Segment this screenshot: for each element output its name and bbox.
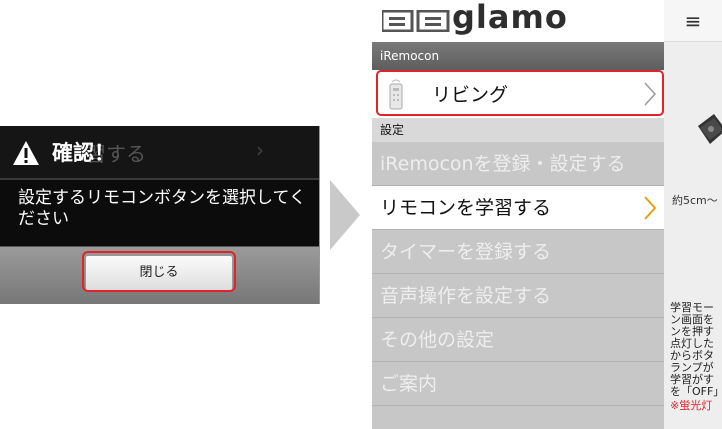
menu-item-label: リモコンを学習する	[380, 197, 552, 219]
section-header-settings: 設定	[372, 118, 664, 142]
size-text: 約5cm〜	[672, 194, 718, 207]
instruction-line: を「OFF」	[670, 385, 722, 398]
dialog-message: 設定するリモコンボタンを選択してください	[18, 188, 306, 229]
iremocon-device-icon	[698, 114, 722, 144]
section-header-device: iRemocon	[372, 42, 664, 70]
instructions-text: 学習モー ン画面を ンを押す 点灯した からボタ ランプが 学習がす を「OFF…	[670, 302, 722, 412]
chevron-right-icon	[644, 82, 656, 106]
device-label: リビング	[432, 84, 509, 106]
logo-bar: glamo	[372, 0, 664, 40]
menu-item-other-settings[interactable]: その他の設定	[372, 318, 664, 362]
device-row[interactable]: リビング	[372, 70, 664, 118]
menu-item-learn-remote[interactable]: リモコンを学習する	[372, 186, 664, 230]
menu-item-register[interactable]: iRemoconを登録・設定する	[372, 142, 664, 186]
background-chevron-icon: ›	[256, 138, 264, 162]
chevron-right-icon	[644, 196, 656, 220]
menu-item-timer[interactable]: タイマーを登録する	[372, 230, 664, 274]
side-panel: ≡ 約5cm〜 学習モー ン画面を ンを押す 点灯した からボタ ランプが 学習…	[664, 0, 722, 429]
warning-note: ※蛍光灯	[670, 399, 713, 412]
menu-item-guide[interactable]: ご案内	[372, 362, 664, 406]
dialog-footer: 閉じる	[0, 246, 319, 304]
dialog-body: 設定するリモコンボタンを選択してください	[0, 180, 319, 246]
step-arrow-icon	[330, 180, 360, 250]
logo-text: glamo	[452, 0, 568, 36]
app-bottom	[372, 406, 664, 429]
app-screen: glamo iRemocon リビング 設定 iRemoconを登録・設定する …	[372, 0, 664, 429]
confirm-dialog: 習する › 確認！ 設定するリモコンボタンを選択してください 閉じる	[0, 126, 320, 304]
dialog-header: 習する › 確認！	[0, 126, 319, 178]
menu-item-voice[interactable]: 音声操作を設定する	[372, 274, 664, 318]
remote-control-icon	[389, 79, 403, 110]
glamo-logo-icon	[382, 10, 450, 32]
close-button[interactable]: 閉じる	[85, 255, 233, 291]
tutorial-composite: 習する › 確認！ 設定するリモコンボタンを選択してください 閉じる glamo…	[0, 0, 722, 429]
dialog-title: 確認！	[52, 141, 115, 165]
side-panel-header: ≡	[664, 0, 722, 42]
hamburger-menu-icon[interactable]: ≡	[680, 8, 706, 34]
warning-icon	[13, 141, 39, 165]
